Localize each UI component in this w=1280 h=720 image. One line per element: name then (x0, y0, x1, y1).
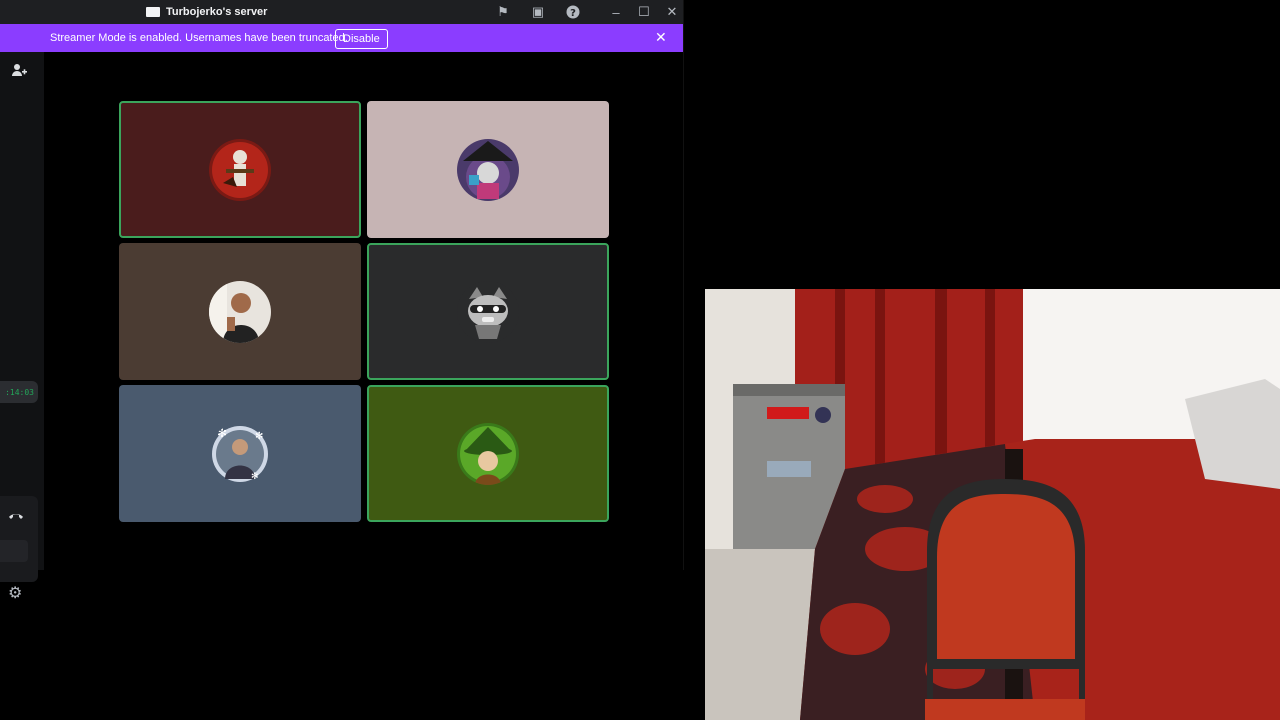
svg-text:✻: ✻ (217, 426, 227, 440)
participant-tile[interactable] (119, 243, 361, 380)
maximize-icon[interactable]: ☐ (633, 0, 655, 24)
flag-icon[interactable]: ⚑ (492, 0, 514, 24)
avatar (457, 422, 519, 485)
banner-text: Streamer Mode is enabled. Usernames have… (50, 32, 348, 44)
participant-tile[interactable] (119, 101, 361, 238)
avatar: ✻ ✻ ✻ (209, 422, 271, 485)
gear-icon[interactable]: ⚙ (8, 583, 22, 603)
webcam-feed (705, 289, 1280, 720)
discord-window: Turbojerko's server ⚑ ▣ ? – ☐ ✕ Streamer… (0, 0, 684, 602)
inbox-icon[interactable]: ▣ (527, 0, 549, 24)
voice-status-bar[interactable] (0, 540, 28, 562)
voice-controls (0, 496, 38, 582)
window-title: Turbojerko's server (166, 6, 268, 18)
avatar (457, 280, 519, 343)
banner-close-icon[interactable]: ✕ (655, 29, 667, 46)
title-bar: Turbojerko's server ⚑ ▣ ? – ☐ ✕ (0, 0, 683, 24)
disable-button[interactable]: Disable (335, 29, 388, 49)
call-timer: :14:03 (0, 381, 38, 403)
help-icon[interactable]: ? (562, 0, 584, 24)
svg-text:✻: ✻ (255, 431, 263, 442)
participant-tile[interactable] (367, 243, 609, 380)
avatar (457, 138, 519, 201)
add-user-icon[interactable] (11, 62, 27, 82)
participant-tile[interactable] (367, 385, 609, 522)
participant-tile[interactable] (367, 101, 609, 238)
svg-text:✻: ✻ (251, 472, 259, 482)
avatar (209, 280, 271, 343)
hangup-icon[interactable] (8, 508, 24, 524)
server-icon (146, 7, 160, 17)
svg-text:?: ? (570, 8, 576, 19)
close-icon[interactable]: ✕ (661, 0, 683, 24)
streamer-mode-banner: Streamer Mode is enabled. Usernames have… (0, 24, 683, 52)
window-title-area: Turbojerko's server (146, 0, 267, 24)
avatar (209, 138, 271, 201)
minimize-icon[interactable]: – (605, 0, 627, 24)
participant-tile[interactable]: ✻ ✻ ✻ (119, 385, 361, 522)
left-rail: :14:03 ⚙ (0, 52, 44, 602)
